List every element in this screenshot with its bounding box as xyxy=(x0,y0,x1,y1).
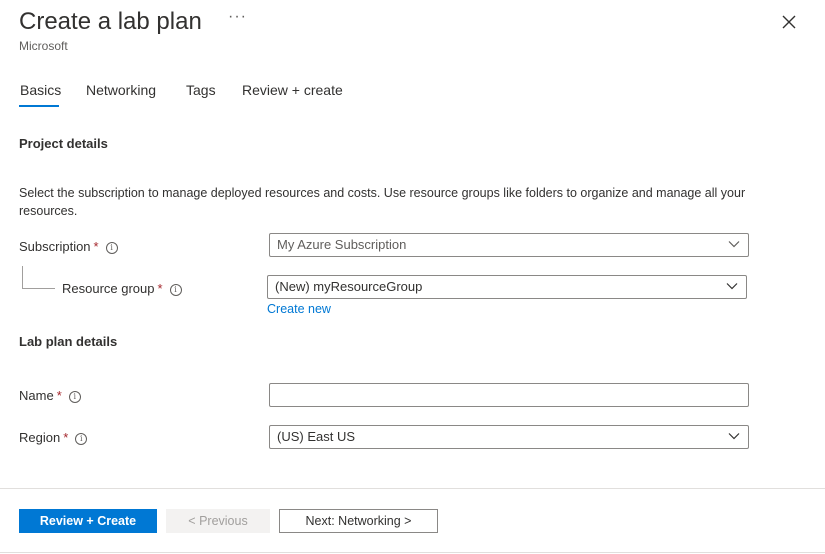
required-marker: * xyxy=(63,430,69,445)
required-marker: * xyxy=(93,239,99,254)
subscription-label-text: Subscription xyxy=(19,239,91,254)
region-value: (US) East US xyxy=(277,429,356,444)
resource-group-select[interactable]: (New) myResourceGroup xyxy=(267,275,747,299)
active-tab-indicator xyxy=(19,105,59,107)
subscription-value: My Azure Subscription xyxy=(277,237,407,252)
footer-divider xyxy=(0,488,825,489)
info-icon[interactable]: i xyxy=(75,433,88,445)
region-select[interactable]: (US) East US xyxy=(269,425,749,449)
page-subtitle: Microsoft xyxy=(19,39,68,53)
tree-connector-horizontal xyxy=(22,288,55,289)
required-marker: * xyxy=(157,281,163,296)
subscription-select[interactable]: My Azure Subscription xyxy=(269,233,749,257)
info-icon[interactable]: i xyxy=(169,284,182,296)
resource-group-label-text: Resource group xyxy=(62,281,155,296)
tab-basics[interactable]: Basics xyxy=(20,82,61,98)
chevron-down-icon xyxy=(726,283,738,290)
close-icon[interactable] xyxy=(780,13,798,31)
tab-networking[interactable]: Networking xyxy=(86,82,156,98)
name-input[interactable] xyxy=(269,383,749,407)
project-details-heading: Project details xyxy=(19,136,108,151)
more-options-icon[interactable]: ··· xyxy=(228,8,247,26)
project-details-description: Select the subscription to manage deploy… xyxy=(19,186,746,218)
page-title: Create a lab plan xyxy=(19,8,202,35)
create-new-link[interactable]: Create new xyxy=(267,302,331,316)
name-label: Name * i xyxy=(19,388,81,403)
next-networking-button[interactable]: Next: Networking > xyxy=(279,509,438,533)
resource-group-label: Resource group * i xyxy=(62,281,182,296)
tree-connector-vertical xyxy=(22,266,23,288)
info-icon[interactable]: i xyxy=(105,242,118,254)
resource-group-value: (New) myResourceGroup xyxy=(275,279,423,294)
tab-review-create[interactable]: Review + create xyxy=(242,82,343,98)
required-marker: * xyxy=(56,388,62,403)
region-label-text: Region xyxy=(19,430,61,445)
tab-tags[interactable]: Tags xyxy=(186,82,216,98)
bottom-divider xyxy=(0,552,825,553)
chevron-down-icon xyxy=(728,241,740,248)
name-label-text: Name xyxy=(19,388,54,403)
review-create-button[interactable]: Review + Create xyxy=(19,509,157,533)
info-icon[interactable]: i xyxy=(68,391,81,403)
lab-plan-details-heading: Lab plan details xyxy=(19,334,118,349)
previous-button[interactable]: < Previous xyxy=(166,509,270,533)
subscription-label: Subscription * i xyxy=(19,239,118,254)
region-label: Region * i xyxy=(19,430,88,445)
chevron-down-icon xyxy=(728,433,740,440)
